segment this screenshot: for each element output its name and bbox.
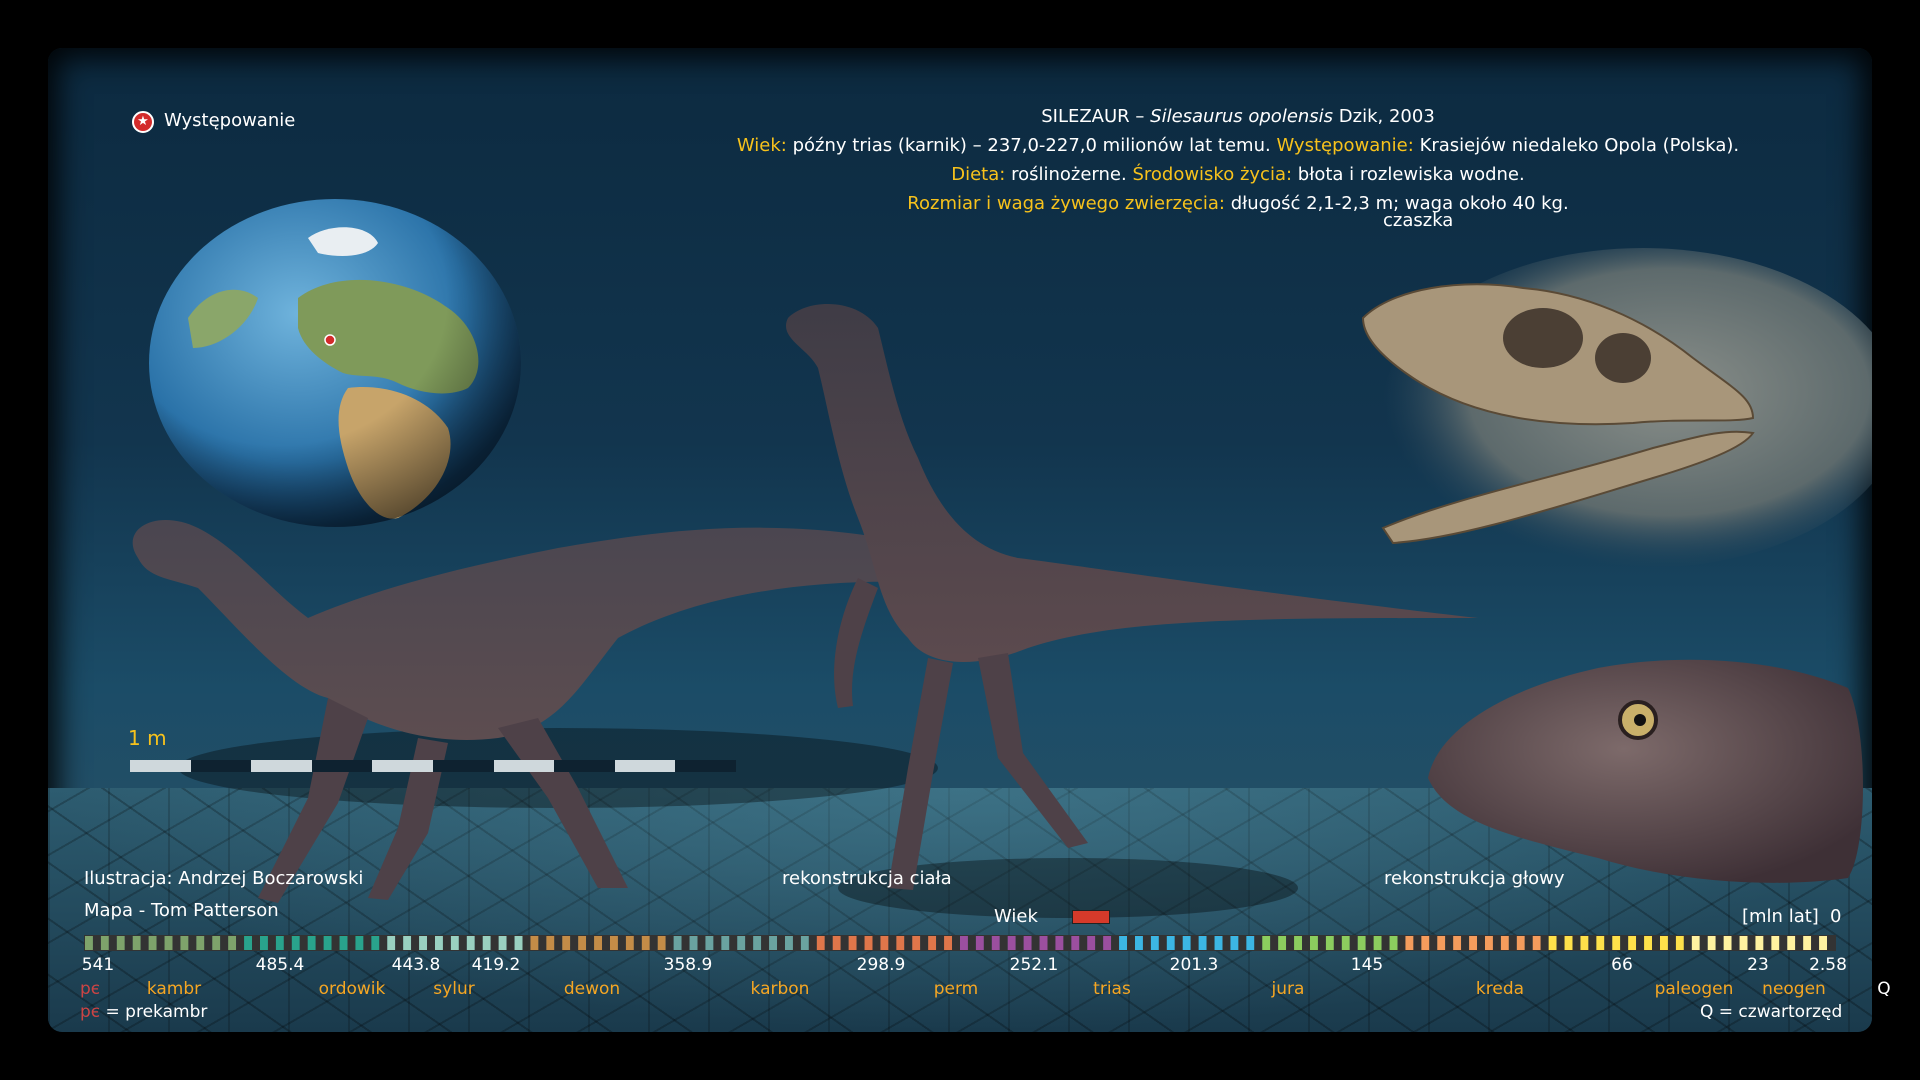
header-line-2: Wiek: późny trias (karnik) – 237,0-227,0… xyxy=(588,131,1872,160)
occurrence-label: Występowanie: xyxy=(1276,135,1414,156)
timeline-period: trias xyxy=(1093,979,1131,999)
geologic-timeline-bar xyxy=(84,935,1836,951)
timeline-tick: 419.2 xyxy=(471,955,521,975)
timeline-tick: 66 xyxy=(1611,955,1633,975)
header-line-1: SILEZAUR – Silesaurus opolensis Dzik, 20… xyxy=(588,102,1872,131)
header-line-4: Rozmiar i waga żywego zwierzęcia: długoś… xyxy=(588,189,1872,218)
habitat-value: błota i rozlewiska wodne. xyxy=(1297,164,1525,185)
body-caption: rekonstrukcja ciała xyxy=(782,868,952,889)
precambrian-abbr-on-timeline: pє xyxy=(79,979,101,999)
timeline-period: kreda xyxy=(1475,979,1525,999)
species-author: Dzik, 2003 xyxy=(1338,106,1435,127)
header-line-3: Dieta: roślinożerne. Środowisko życia: b… xyxy=(588,160,1872,189)
timeline-tick: 2.58 xyxy=(1809,955,1847,975)
timeline-period: Q xyxy=(1877,979,1891,999)
timeline-tick: 252.1 xyxy=(1009,955,1059,975)
timeline-period: neogen xyxy=(1762,979,1826,999)
scale-bar xyxy=(130,760,736,772)
infographic-frame: ★ Występowanie SILEZAUR – Silesaurus opo… xyxy=(48,48,1872,1032)
occurrence-value: Krasiejów niedaleko Opola (Polska). xyxy=(1419,135,1740,156)
precambrian-abbr: pє xyxy=(80,1002,101,1022)
precambrian-legend-text: = prekambr xyxy=(105,1002,208,1022)
diet-value: roślinożerne. xyxy=(1011,164,1127,185)
timeline-period: kambr xyxy=(146,979,202,999)
head-caption: rekonstrukcja głowy xyxy=(1384,868,1565,889)
timeline-tick: 298.9 xyxy=(856,955,906,975)
timeline-zero: 0 xyxy=(1830,906,1842,927)
timeline-period: jura xyxy=(1271,979,1305,999)
diet-label: Dieta: xyxy=(951,164,1006,185)
map-credit: Mapa - Tom Patterson xyxy=(84,900,279,921)
species-header: SILEZAUR – Silesaurus opolensis Dzik, 20… xyxy=(588,102,1872,218)
timeline-tick: 145 xyxy=(1350,955,1384,975)
age-value: późny trias (karnik) – 237,0-227,0 milio… xyxy=(792,135,1271,156)
age-marker xyxy=(1072,910,1110,924)
timeline-unit-label: [mln lat] xyxy=(1742,906,1819,927)
timeline-period: ordowik xyxy=(318,979,386,999)
timeline-tick: 485.4 xyxy=(255,955,305,975)
header-dash: – xyxy=(1135,106,1145,127)
timeline-tick: 541 xyxy=(81,955,115,975)
precambrian-legend: pє = prekambr xyxy=(80,1002,207,1022)
quaternary-legend: Q = czwartorzęd xyxy=(1700,1002,1843,1022)
timeline-tick: 358.9 xyxy=(663,955,713,975)
star-icon: ★ xyxy=(132,111,154,133)
species-latin-name: Silesaurus opolensis xyxy=(1150,106,1334,127)
scale-label: 1 m xyxy=(128,726,167,750)
timeline-period: dewon xyxy=(563,979,621,999)
timeline-age-label: Wiek xyxy=(994,906,1038,927)
timeline-tick: 443.8 xyxy=(391,955,441,975)
habitat-label: Środowisko życia: xyxy=(1132,164,1293,185)
age-label: Wiek: xyxy=(736,135,787,156)
illustration-credit: Ilustracja: Andrzej Boczarowski xyxy=(84,868,364,889)
timeline-period: perm xyxy=(933,979,979,999)
timeline-period: karbon xyxy=(750,979,810,999)
location-marker-icon xyxy=(324,334,336,346)
standing-dinosaur-image xyxy=(785,304,1478,918)
species-common-name: SILEZAUR xyxy=(1041,106,1130,127)
timeline-period: paleogen xyxy=(1654,979,1734,999)
timeline-period: sylur xyxy=(433,979,475,999)
timeline-tick: 201.3 xyxy=(1169,955,1219,975)
size-label: Rozmiar i waga żywego zwierzęcia: xyxy=(907,193,1225,214)
timeline-tick: 23 xyxy=(1747,955,1769,975)
skull-caption: czaszka xyxy=(1383,210,1454,231)
occurrence-legend-label: Występowanie xyxy=(164,110,296,131)
